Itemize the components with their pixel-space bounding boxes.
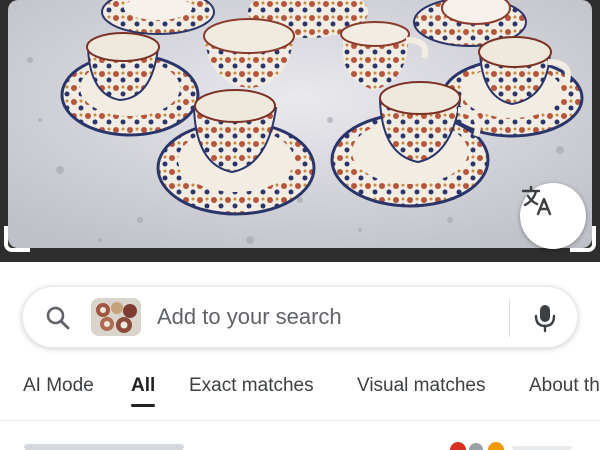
search-icon[interactable]	[45, 305, 71, 331]
tabs-divider	[0, 420, 600, 421]
translate-icon	[521, 185, 552, 216]
thumbnail-image	[91, 298, 141, 336]
tab-all[interactable]: All	[131, 374, 155, 398]
search-bar[interactable]: Add to your search	[22, 286, 578, 348]
active-tab-indicator	[131, 404, 155, 407]
search-image-thumbnail[interactable]	[91, 298, 141, 336]
result-tabs: AI Mode All Exact matches Visual matches…	[0, 360, 600, 410]
tab-about-this-image[interactable]: About th	[529, 374, 600, 398]
teaset-photo	[0, 0, 600, 262]
image-preview[interactable]	[0, 0, 600, 262]
results-sheet: Add to your search AI Mode All Exact mat…	[0, 262, 600, 450]
tab-ai-mode[interactable]: AI Mode	[23, 374, 94, 398]
tab-exact-matches[interactable]: Exact matches	[189, 374, 314, 398]
translate-button[interactable]	[520, 183, 586, 249]
search-placeholder[interactable]: Add to your search	[157, 303, 342, 331]
tab-visual-matches[interactable]: Visual matches	[357, 374, 486, 398]
result-preview-peek	[24, 442, 572, 450]
microphone-icon[interactable]	[531, 303, 559, 333]
search-divider	[509, 299, 510, 337]
crop-handle-bottom-left[interactable]	[4, 226, 30, 252]
